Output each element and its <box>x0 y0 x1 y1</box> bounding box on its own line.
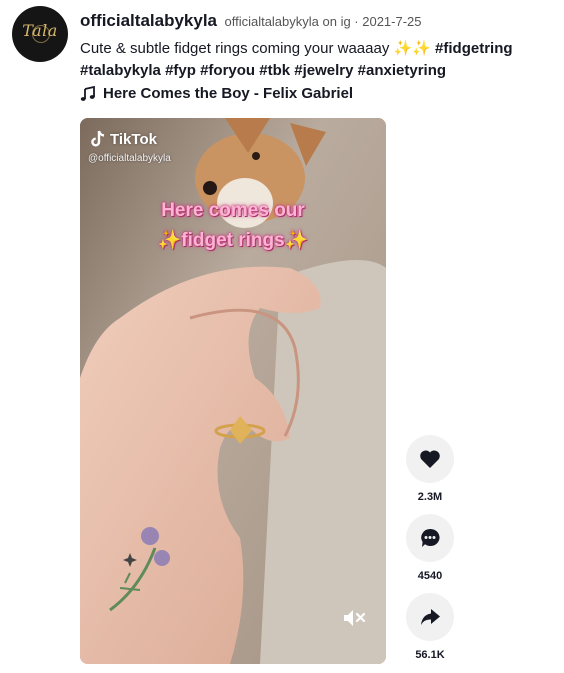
like-action: 2.3M <box>405 435 455 503</box>
mute-icon <box>344 610 366 626</box>
heart-icon <box>420 450 440 468</box>
tiktok-logo-icon <box>91 130 105 147</box>
music-title: Here Comes the Boy - Felix Gabriel <box>103 85 354 102</box>
comment-action: 4540 <box>405 514 455 582</box>
caption: Cute & subtle fidget rings coming your w… <box>80 38 550 82</box>
comment-icon <box>421 528 440 547</box>
comment-count: 4540 <box>417 570 443 582</box>
hashtag-link[interactable]: #talabykyla <box>80 62 161 79</box>
share-action: 56.1K <box>405 593 455 661</box>
video-player[interactable]: TikTok @officialtalabykyla Here comes ou… <box>80 118 386 664</box>
hashtag-link[interactable]: #fidgetring <box>435 40 513 57</box>
author-meta: officialtalabykyla on ig · 2021-7-25 <box>224 14 422 29</box>
caption-text: Cute & subtle fidget rings coming your w… <box>80 40 431 57</box>
hashtag-link[interactable]: #jewelry <box>294 62 353 79</box>
post-header: officialtalabykyla officialtalabykyla on… <box>80 11 550 31</box>
comment-button[interactable] <box>406 514 454 562</box>
like-count: 2.3M <box>417 491 443 503</box>
avatar[interactable]: Tala <box>12 6 68 62</box>
hashtag-link[interactable]: #foryou <box>200 62 255 79</box>
share-count: 56.1K <box>415 649 445 661</box>
like-button[interactable] <box>406 435 454 483</box>
video-overlay-text: Here comes our <box>161 200 305 221</box>
music-link[interactable]: Here Comes the Boy - Felix Gabriel <box>80 85 353 102</box>
video-overlay-text: ✨fidget rings✨ <box>157 230 309 251</box>
video-handle: @officialtalabykyla <box>88 153 171 164</box>
music-note-icon <box>80 85 96 102</box>
hashtag-link[interactable]: #tbk <box>259 62 290 79</box>
brand-logo: Tala <box>12 6 68 62</box>
hashtag-link[interactable]: #fyp <box>165 62 196 79</box>
hashtag-link[interactable]: #anxietyring <box>358 62 446 79</box>
author-name[interactable]: officialtalabykyla <box>80 11 217 30</box>
share-button[interactable] <box>406 593 454 641</box>
share-icon <box>421 609 440 625</box>
mute-button[interactable] <box>342 608 368 628</box>
tiktok-watermark: TikTok <box>90 130 157 148</box>
